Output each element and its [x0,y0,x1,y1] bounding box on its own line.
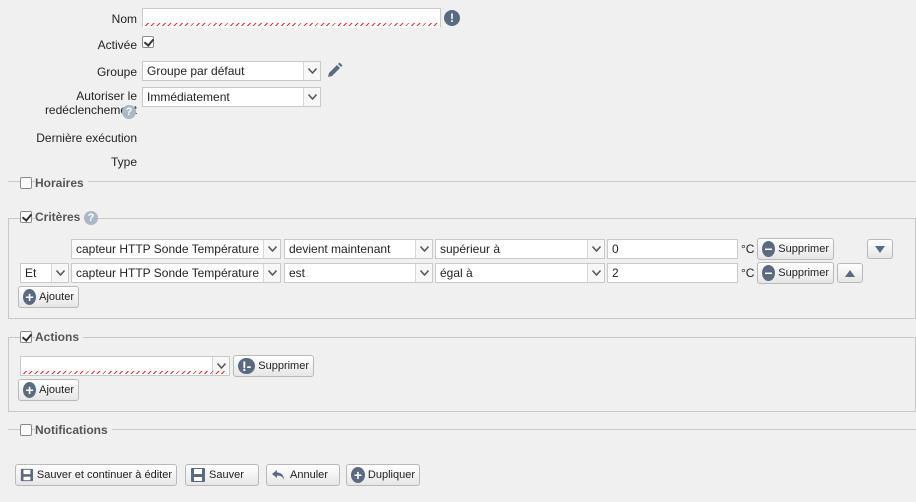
horaires-title: Horaires [35,176,88,190]
criterion-unit: °C [741,242,755,256]
groupe-select-value: Groupe par défaut [147,64,245,78]
criterion-event-value: devient maintenant [289,242,391,256]
action-delete-label: Supprimer [258,360,309,372]
criteres-help-icon[interactable]: ? [84,211,98,225]
criteres-divider [8,218,916,219]
minus-circle-icon: − [762,265,776,281]
criterion-event-select[interactable]: est [284,263,433,283]
duplicate-button[interactable]: + Dupliquer [346,464,420,486]
criterion-value-input[interactable]: 2 [607,263,738,283]
arrow-down-icon [875,245,885,253]
criterion-sensor-value: capteur HTTP Sonde Température [76,242,259,256]
edit-pencil-icon[interactable] [326,62,343,79]
notifications-divider [8,429,916,430]
criterion-unit: °C [741,266,755,280]
criteria-add-button[interactable]: + Ajouter [18,286,79,308]
cancel-button[interactable]: Annuler [266,464,340,486]
activee-checkbox[interactable] [142,36,154,48]
criterion-operator-select[interactable]: égal à [435,263,605,283]
plus-circle-icon: + [23,382,37,398]
action-add-label: Ajouter [39,384,74,396]
autoriser-label: Autoriser le redéclenchement [20,89,137,117]
warning-minus-icon: !- [238,358,256,374]
groupe-select[interactable]: Groupe par défaut [142,61,321,81]
arrow-up-icon [845,269,855,277]
save-icon [20,468,33,482]
criterion-sensor-value: capteur HTTP Sonde Température [76,266,259,280]
notifications-checkbox[interactable] [20,424,32,436]
notifications-title: Notifications [35,423,112,437]
move-down-button[interactable] [867,239,893,259]
nom-input[interactable] [142,8,441,28]
chevron-down-icon [415,240,432,258]
action-select[interactable] [20,356,230,376]
criterion-value-input[interactable]: 0 [607,239,738,259]
chevron-down-icon [587,240,604,258]
actions-checkbox[interactable] [20,331,32,343]
chevron-down-icon [587,264,604,282]
save-continue-button[interactable]: Sauver et continuer à éditer [15,464,177,486]
type-label: Type [110,155,137,169]
minus-circle-icon: − [762,241,776,257]
actions-divider [8,337,916,338]
criterion-connector-value: Et [25,266,37,280]
criterion-operator-value: supérieur à [440,242,501,256]
groupe-label: Groupe [96,65,137,79]
chevron-down-icon [303,88,320,106]
chevron-down-icon [263,240,280,258]
duplicate-icon: + [351,467,365,483]
criterion-event-select[interactable]: devient maintenant [284,239,433,259]
criterion-delete-button[interactable]: − Supprimer [757,238,834,260]
derniere-execution-label: Dernière exécution [36,131,137,145]
action-delete-button[interactable]: !- Supprimer [233,355,314,377]
autoriser-select[interactable]: Immédiatement [142,87,321,107]
criteria-add-label: Ajouter [39,291,74,303]
criteres-checkbox[interactable] [20,211,32,223]
duplicate-label: Dupliquer [367,469,415,481]
criterion-event-value: est [289,266,306,280]
criterion-operator-value: égal à [440,266,473,280]
criterion-delete-button[interactable]: − Supprimer [757,262,834,284]
save-continue-label: Sauver et continuer à éditer [36,469,172,481]
save-icon [191,468,205,482]
criterion-delete-label: Supprimer [778,267,829,279]
warning-icon: ! [444,10,460,26]
save-label: Sauver [209,469,244,481]
chevron-down-icon [212,357,229,375]
chevron-down-icon [51,264,68,282]
help-icon[interactable]: ? [122,105,136,119]
actions-title: Actions [35,330,84,344]
cancel-label: Annuler [290,469,328,481]
criterion-sensor-select[interactable]: capteur HTTP Sonde Température [71,239,281,259]
autoriser-select-value: Immédiatement [147,90,230,104]
save-button[interactable]: Sauver [185,464,259,486]
activee-label: Activée [97,38,137,52]
plus-circle-icon: + [23,289,37,305]
criteres-title: Critères [35,210,85,224]
move-up-button[interactable] [837,263,863,283]
horaires-divider [8,181,916,182]
chevron-down-icon [415,264,432,282]
criterion-operator-select[interactable]: supérieur à [435,239,605,259]
chevron-down-icon [303,62,320,80]
criterion-delete-label: Supprimer [778,243,829,255]
criterion-connector-select[interactable]: Et [20,263,69,283]
horaires-checkbox[interactable] [20,177,32,189]
nom-label: Nom [111,12,137,26]
undo-icon [272,470,284,480]
action-add-button[interactable]: + Ajouter [18,379,79,401]
chevron-down-icon [263,264,280,282]
criterion-sensor-select[interactable]: capteur HTTP Sonde Température [71,263,281,283]
